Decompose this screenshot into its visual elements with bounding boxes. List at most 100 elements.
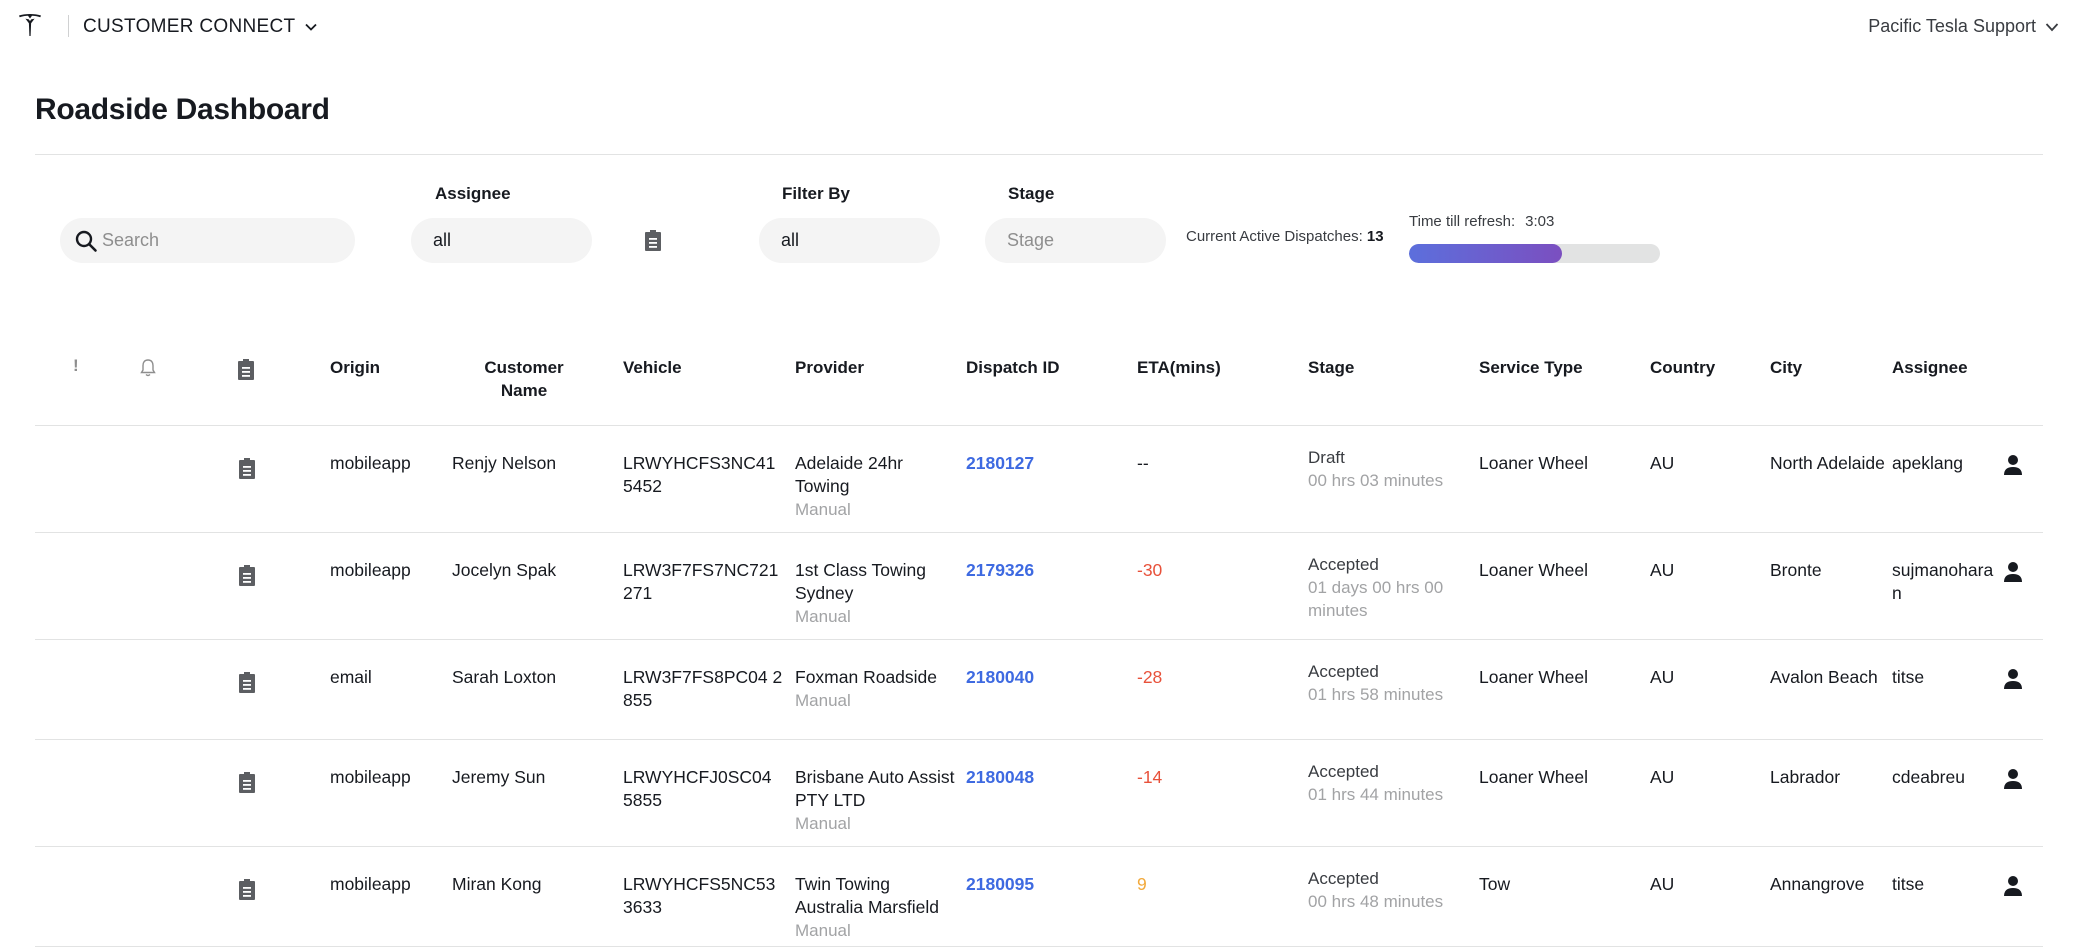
column-city[interactable]: City (1770, 356, 1802, 379)
cell-service-type: Loaner Wheel (1479, 560, 1588, 580)
refresh-time: 3:03 (1525, 213, 1555, 230)
cell-city: Labrador (1770, 767, 1841, 787)
top-bar: CUSTOMER CONNECT Pacific Tesla Support (0, 0, 2083, 56)
filter-by-select[interactable]: all (759, 218, 940, 263)
stage-input[interactable] (1007, 230, 1207, 251)
assignee-select-value: all (433, 230, 452, 250)
refresh-timer: Time till refresh: 3:03 (1409, 213, 1554, 230)
cell-customer-name: Sarah Loxton (452, 667, 557, 687)
column-country[interactable]: Country (1650, 356, 1715, 379)
stage-duration: 01 days 00 hrs 00 minutes (1308, 578, 1444, 620)
search-field[interactable] (60, 218, 355, 263)
dispatch-id-link[interactable]: 2180048 (966, 766, 1034, 789)
cell-eta: 9 (1137, 874, 1147, 894)
column-customer-name[interactable]: Customer Name (469, 356, 579, 402)
user-icon[interactable] (2003, 561, 2023, 583)
table-row[interactable]: email Sarah Loxton LRW3F7FS8PC04 2855 Foxma… (35, 640, 2043, 740)
cell-city: North Adelaide (1770, 453, 1885, 473)
tesla-logo-icon[interactable] (17, 12, 43, 38)
provider-type: Manual (795, 921, 851, 940)
column-assignee[interactable]: Assignee (1892, 356, 1968, 379)
chevron-down-icon (305, 23, 318, 31)
chevron-down-icon (2045, 22, 2059, 31)
cell-country: AU (1650, 667, 1675, 687)
user-icon[interactable] (2003, 668, 2023, 690)
user-icon[interactable] (2003, 875, 2023, 897)
cell-assignee: titse (1892, 667, 1925, 687)
dispatch-id-link[interactable]: 2180127 (966, 452, 1034, 475)
table-row[interactable]: mobileapp Jeremy Sun LRWYHCFJ0SC04 5855 Bri… (35, 740, 2043, 847)
table-header: ! Origin Customer Name Vehicle Provider … (35, 340, 2043, 426)
filter-by-label: Filter By (782, 184, 851, 203)
refresh-progress-fill (1409, 244, 1563, 263)
search-input[interactable] (102, 230, 302, 251)
stage-duration: 00 hrs 48 minutes (1308, 892, 1444, 911)
cell-stage: Accepted 01 days 00 hrs 00 minutes (1308, 553, 1468, 622)
provider-name: Adelaide 24hr Towing (795, 453, 903, 496)
user-icon[interactable] (2003, 768, 2023, 790)
stage-field[interactable] (985, 218, 1207, 263)
cell-service-type: Tow (1479, 874, 1511, 894)
cell-stage: Accepted 01 hrs 44 minutes (1308, 760, 1468, 806)
bell-icon[interactable] (139, 358, 157, 378)
cell-vehicle: LRWYHCFS5NC53 3633 (623, 874, 776, 917)
org-name: Pacific Tesla Support (1868, 16, 2036, 36)
cell-assignee: sujmanoharan (1892, 560, 1994, 603)
table-row[interactable]: mobileapp Jocelyn Spak LRW3F7FS7NC721 271 1… (35, 533, 2043, 640)
topbar-divider (68, 15, 69, 37)
provider-name: 1st Class Towing Sydney (795, 560, 926, 603)
cell-provider: Brisbane Auto Assist PTY LTD Manual (795, 766, 955, 835)
cell-vehicle: LRW3F7FS7NC721 271 (623, 560, 779, 603)
assignee-filter-label: Assignee (435, 184, 511, 203)
stage-name: Accepted (1308, 662, 1379, 681)
note-icon[interactable] (237, 670, 257, 694)
column-dispatch-id[interactable]: Dispatch ID (966, 356, 1060, 379)
cell-eta: -28 (1137, 667, 1163, 687)
active-dispatches: Current Active Dispatches: 13 (1186, 228, 1384, 245)
cell-provider: Twin Towing Australia Marsfield Manual (795, 873, 955, 942)
cell-customer-name: Jeremy Sun (452, 767, 546, 787)
stage-duration: 01 hrs 58 minutes (1308, 685, 1444, 704)
app-name: CUSTOMER CONNECT (83, 16, 296, 37)
user-icon[interactable] (2003, 454, 2023, 476)
cell-vehicle: LRWYHCFJ0SC04 5855 (623, 767, 772, 810)
column-vehicle[interactable]: Vehicle (623, 356, 682, 379)
column-eta[interactable]: ETA(mins) (1137, 356, 1221, 379)
note-icon[interactable] (642, 228, 664, 252)
note-icon[interactable] (237, 456, 257, 480)
provider-name: Foxman Roadside (795, 667, 938, 687)
cell-vehicle: LRW3F7FS8PC04 2855 (623, 667, 783, 710)
column-service-type[interactable]: Service Type (1479, 356, 1583, 379)
note-icon[interactable] (237, 563, 257, 587)
column-priority[interactable]: ! (73, 354, 79, 377)
cell-origin: mobileapp (330, 560, 411, 580)
app-switcher[interactable]: CUSTOMER CONNECT (83, 16, 319, 38)
dispatch-id-link[interactable]: 2180095 (966, 873, 1034, 896)
assignee-select[interactable]: all (411, 218, 592, 263)
note-icon[interactable] (237, 770, 257, 794)
cell-stage: Draft 00 hrs 03 minutes (1308, 446, 1468, 492)
cell-customer-name: Renjy Nelson (452, 453, 557, 473)
cell-service-type: Loaner Wheel (1479, 767, 1588, 787)
cell-country: AU (1650, 767, 1675, 787)
table-row[interactable]: mobileapp Renjy Nelson LRWYHCFS3NC41 5452 A… (35, 426, 2043, 533)
cell-assignee: apeklang (1892, 453, 1964, 473)
dispatch-id-link[interactable]: 2179326 (966, 559, 1034, 582)
table-row[interactable]: mobileapp Miran Kong LRWYHCFS5NC53 3633 Twi… (35, 847, 2043, 947)
note-icon[interactable] (237, 877, 257, 901)
note-icon[interactable] (236, 357, 256, 381)
column-origin[interactable]: Origin (330, 356, 380, 379)
cell-assignee: cdeabreu (1892, 767, 1965, 787)
dispatch-id-link[interactable]: 2180040 (966, 666, 1034, 689)
cell-origin: mobileapp (330, 767, 411, 787)
provider-type: Manual (795, 500, 851, 519)
active-dispatches-count: 13 (1366, 228, 1384, 245)
column-provider[interactable]: Provider (795, 356, 864, 379)
cell-vehicle: LRWYHCFS3NC41 5452 (623, 453, 776, 496)
column-stage[interactable]: Stage (1308, 356, 1354, 379)
cell-provider: Foxman Roadside Manual (795, 666, 955, 712)
cell-provider: 1st Class Towing Sydney Manual (795, 559, 955, 628)
org-switcher[interactable]: Pacific Tesla Support (1868, 16, 2060, 37)
cell-eta: -- (1137, 453, 1149, 473)
stage-duration: 00 hrs 03 minutes (1308, 471, 1444, 490)
